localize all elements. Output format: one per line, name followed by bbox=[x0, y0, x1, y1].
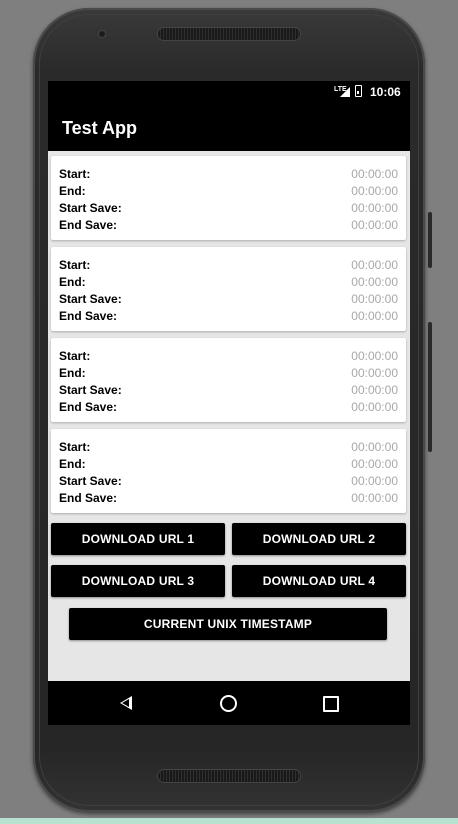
row-value: 00:00:00 bbox=[351, 383, 398, 397]
card-row-end: End: 00:00:00 bbox=[59, 366, 398, 383]
status-bar: LTE 10:06 bbox=[48, 81, 410, 105]
device-screen: LTE 10:06 Test App Start: 00:00:00 End: … bbox=[48, 81, 410, 725]
row-value: 00:00:00 bbox=[351, 366, 398, 380]
download-url-3-button[interactable]: DOWNLOAD URL 3 bbox=[51, 565, 225, 597]
card-row-end-save: End Save: 00:00:00 bbox=[59, 400, 398, 417]
row-value: 00:00:00 bbox=[351, 167, 398, 181]
back-icon[interactable] bbox=[120, 696, 132, 710]
download-url-2-button[interactable]: DOWNLOAD URL 2 bbox=[232, 523, 406, 555]
card-row-end: End: 00:00:00 bbox=[59, 457, 398, 474]
recent-apps-icon[interactable] bbox=[323, 696, 339, 712]
row-value: 00:00:00 bbox=[351, 218, 398, 232]
app-title: Test App bbox=[62, 118, 137, 138]
bottom-speaker-grille bbox=[158, 770, 300, 782]
card-row-start-save: Start Save: 00:00:00 bbox=[59, 474, 398, 491]
row-label: End Save: bbox=[59, 491, 118, 505]
card-row-end-save: End Save: 00:00:00 bbox=[59, 309, 398, 326]
card-row-start: Start: 00:00:00 bbox=[59, 440, 398, 457]
row-label: Start: bbox=[59, 258, 91, 272]
download-url-1-button[interactable]: DOWNLOAD URL 1 bbox=[51, 523, 225, 555]
current-unix-timestamp-button[interactable]: CURRENT UNIX TIMESTAMP bbox=[69, 608, 387, 640]
row-label: Start: bbox=[59, 440, 91, 454]
row-value: 00:00:00 bbox=[351, 349, 398, 363]
row-value: 00:00:00 bbox=[351, 309, 398, 323]
row-value: 00:00:00 bbox=[351, 184, 398, 198]
row-label: End: bbox=[59, 184, 86, 198]
row-label: End Save: bbox=[59, 218, 118, 232]
card-row-end: End: 00:00:00 bbox=[59, 275, 398, 292]
navigation-bar bbox=[48, 681, 410, 725]
card-row-end: End: 00:00:00 bbox=[59, 184, 398, 201]
row-label: End: bbox=[59, 366, 86, 380]
battery-icon bbox=[355, 85, 362, 97]
signal-icon bbox=[340, 87, 350, 97]
row-value: 00:00:00 bbox=[351, 474, 398, 488]
front-camera bbox=[99, 31, 105, 37]
power-button[interactable] bbox=[428, 322, 432, 452]
card-row-start-save: Start Save: 00:00:00 bbox=[59, 292, 398, 309]
card-row-start: Start: 00:00:00 bbox=[59, 167, 398, 184]
status-time: 10:06 bbox=[370, 85, 401, 99]
card-row-start: Start: 00:00:00 bbox=[59, 349, 398, 366]
row-value: 00:00:00 bbox=[351, 258, 398, 272]
row-value: 00:00:00 bbox=[351, 491, 398, 505]
row-label: Start: bbox=[59, 349, 91, 363]
timestamp-card-3: Start: 00:00:00 End: 00:00:00 Start Save… bbox=[51, 338, 406, 422]
row-value: 00:00:00 bbox=[351, 201, 398, 215]
app-bar: Test App bbox=[48, 105, 410, 151]
download-url-4-button[interactable]: DOWNLOAD URL 4 bbox=[232, 565, 406, 597]
row-label: Start Save: bbox=[59, 201, 122, 215]
home-icon[interactable] bbox=[220, 695, 237, 712]
row-label: Start Save: bbox=[59, 383, 122, 397]
bottom-strip bbox=[0, 818, 458, 824]
row-label: Start: bbox=[59, 167, 91, 181]
row-label: End Save: bbox=[59, 309, 118, 323]
row-value: 00:00:00 bbox=[351, 400, 398, 414]
card-row-start-save: Start Save: 00:00:00 bbox=[59, 383, 398, 400]
row-value: 00:00:00 bbox=[351, 275, 398, 289]
top-speaker-grille bbox=[158, 28, 300, 40]
timestamp-card-4: Start: 00:00:00 End: 00:00:00 Start Save… bbox=[51, 429, 406, 513]
timestamp-card-2: Start: 00:00:00 End: 00:00:00 Start Save… bbox=[51, 247, 406, 331]
card-row-start-save: Start Save: 00:00:00 bbox=[59, 201, 398, 218]
row-value: 00:00:00 bbox=[351, 457, 398, 471]
row-label: Start Save: bbox=[59, 474, 122, 488]
row-label: End: bbox=[59, 275, 86, 289]
row-value: 00:00:00 bbox=[351, 440, 398, 454]
timestamp-card-1: Start: 00:00:00 End: 00:00:00 Start Save… bbox=[51, 156, 406, 240]
card-row-end-save: End Save: 00:00:00 bbox=[59, 218, 398, 235]
row-value: 00:00:00 bbox=[351, 292, 398, 306]
row-label: End: bbox=[59, 457, 86, 471]
card-row-start: Start: 00:00:00 bbox=[59, 258, 398, 275]
card-row-end-save: End Save: 00:00:00 bbox=[59, 491, 398, 508]
volume-button[interactable] bbox=[428, 212, 432, 268]
row-label: Start Save: bbox=[59, 292, 122, 306]
row-label: End Save: bbox=[59, 400, 118, 414]
